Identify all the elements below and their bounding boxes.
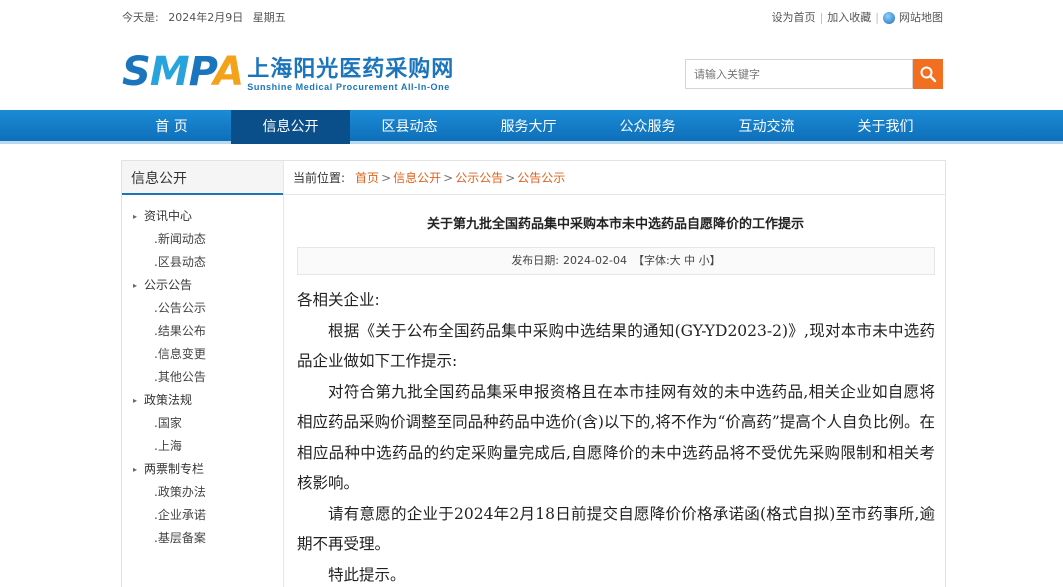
logo-letter: P bbox=[188, 49, 215, 95]
sidebar-category-label: 两票制专栏 bbox=[144, 462, 205, 476]
nav-item[interactable]: 信息公开 bbox=[231, 110, 350, 144]
breadcrumb-separator: > bbox=[381, 171, 392, 185]
article-content: 当前位置: 首页 > 信息公开 > 公示公告 > 公告公示 关于第九批全国药品集中采购本市未中… bbox=[283, 161, 946, 587]
site-logo[interactable]: SMPA 上海阳光医药采购网 Sunshine Medical Procurem… bbox=[122, 52, 454, 92]
site-header: SMPA 上海阳光医药采购网 Sunshine Medical Procurem… bbox=[0, 32, 1063, 110]
sidebar-item[interactable]: .上海 bbox=[122, 435, 283, 458]
font-size-control[interactable]: 【字体:大 中 小】 bbox=[633, 254, 721, 267]
sidebar-list: ▸ 资讯中心 .新闻动态 .区县动态 ▸ 公示公告 .公告公示 .结果公布 .信息变更 .其他公告… bbox=[122, 195, 283, 550]
main-container: 信息公开 ▸ 资讯中心 .新闻动态 .区县动态 ▸ 公示公告 .公告公示 .结果公布 .信息变更… bbox=[121, 160, 946, 587]
breadcrumb-label: 当前位置: bbox=[293, 171, 346, 185]
today-weekday: 星期五 bbox=[252, 11, 286, 24]
article-paragraph: 特此提示。 bbox=[328, 565, 406, 584]
breadcrumb-separator: > bbox=[443, 171, 454, 185]
article-salutation: 各相关企业: bbox=[297, 291, 380, 309]
article-paragraph: 对符合第九批全国药品集采申报资格且在本市挂网有效的未中选药品,相关企业如自愿将相… bbox=[297, 382, 935, 493]
main-nav-items: 首 页信息公开 区县动态 服务大厅 公众服务 互动交流 关于我们 bbox=[112, 110, 945, 144]
nav-item[interactable]: 首 页 bbox=[112, 110, 231, 144]
logo-chinese-name: 上海阳光医药采购网 bbox=[247, 56, 455, 82]
nav-item[interactable]: 区县动态 bbox=[350, 110, 469, 144]
search-input[interactable] bbox=[685, 59, 913, 89]
search-box bbox=[685, 59, 943, 89]
nav-item[interactable]: 互动交流 bbox=[707, 110, 826, 144]
top-links: 设为首页 | 加入收藏 | 网站地图 bbox=[772, 9, 943, 25]
article-meta: 发布日期: 2024-02-04 【字体:大 中 小】 bbox=[297, 247, 935, 275]
sidebar-category-label: 资讯中心 bbox=[144, 209, 193, 223]
sidebar-item[interactable]: .信息变更 bbox=[122, 343, 283, 366]
breadcrumb-separator: > bbox=[505, 171, 516, 185]
search-button[interactable] bbox=[913, 59, 943, 89]
logo-mark: SMPA bbox=[122, 49, 244, 95]
sidebar-category[interactable]: ▸ 政策法规 bbox=[122, 389, 283, 412]
sidebar-item[interactable]: .公告公示 bbox=[122, 297, 283, 320]
logo-letter: A bbox=[213, 49, 244, 95]
sidebar-category[interactable]: ▸ 资讯中心 bbox=[122, 205, 283, 228]
article-paragraph: 根据《关于公布全国药品集中采购中选结果的通知(GY-YD2023-2)》,现对本… bbox=[297, 321, 935, 371]
article-title: 关于第九批全国药品集中采购本市未中选药品自愿降价的工作提示 bbox=[426, 217, 804, 232]
main-nav: 首 页信息公开 区县动态 服务大厅 公众服务 互动交流 关于我们 bbox=[0, 110, 1063, 144]
globe-icon bbox=[883, 12, 895, 24]
sidebar-item[interactable]: .企业承诺 bbox=[122, 504, 283, 527]
top-bar: 今天是: 2024年2月9日 星期五 设为首页 | 加入收藏 | 网站地图 bbox=[0, 0, 1063, 32]
logo-letter: S bbox=[122, 49, 151, 95]
nav-item[interactable]: 公众服务 bbox=[588, 110, 707, 144]
separator: | bbox=[875, 10, 879, 24]
separator: | bbox=[819, 10, 824, 24]
sidebar-item[interactable]: .政策办法 bbox=[122, 481, 283, 504]
nav-item[interactable]: 服务大厅 bbox=[469, 110, 588, 144]
breadcrumb-link[interactable]: 首页 bbox=[355, 171, 379, 185]
today-date-value: 2024年2月9日 bbox=[168, 11, 244, 24]
sidebar-category[interactable]: ▸ 两票制专栏 bbox=[122, 458, 283, 481]
today-label: 今天是: bbox=[122, 11, 159, 24]
breadcrumb-link[interactable]: 公示公告 bbox=[455, 171, 503, 185]
logo-text: 上海阳光医药采购网 Sunshine Medical Procurement A… bbox=[247, 56, 454, 92]
sidebar-item[interactable]: .其他公告 bbox=[122, 366, 283, 389]
nav-item[interactable]: 关于我们 bbox=[826, 110, 945, 144]
publish-date: 2024-02-04 bbox=[563, 254, 627, 267]
sidebar-item[interactable]: .国家 bbox=[122, 412, 283, 435]
sitemap-link[interactable]: 网站地图 bbox=[899, 9, 943, 25]
today-date: 今天是: 2024年2月9日 星期五 bbox=[122, 9, 292, 25]
add-favorite-link[interactable]: 加入收藏 bbox=[827, 9, 871, 25]
sidebar: 信息公开 ▸ 资讯中心 .新闻动态 .区县动态 ▸ 公示公告 .公告公示 .结果公布 .信息变更… bbox=[122, 161, 283, 587]
arrow-right-icon: ▸ bbox=[133, 465, 138, 474]
sidebar-category[interactable]: ▸ 公示公告 bbox=[122, 274, 283, 297]
sidebar-item[interactable]: .新闻动态 bbox=[122, 228, 283, 251]
set-home-link[interactable]: 设为首页 bbox=[772, 9, 816, 25]
article-paragraph: 请有意愿的企业于2024年2月18日前提交自愿降价价格承诺函(格式自拟)至市药事… bbox=[297, 504, 935, 554]
sidebar-category-label: 公示公告 bbox=[144, 278, 193, 292]
article-body: 各相关企业: 根据《关于公布全国药品集中采购中选结果的通知(GY-YD2023-… bbox=[297, 285, 935, 587]
logo-english-name: Sunshine Medical Procurement All-In-One bbox=[247, 82, 450, 92]
arrow-right-icon: ▸ bbox=[133, 212, 138, 221]
arrow-right-icon: ▸ bbox=[133, 396, 138, 405]
breadcrumb-link[interactable]: 公告公示 bbox=[517, 171, 565, 185]
breadcrumb: 当前位置: 首页 > 信息公开 > 公示公告 > 公告公示 bbox=[284, 161, 946, 195]
sidebar-item[interactable]: .区县动态 bbox=[122, 251, 283, 274]
logo-letter: M bbox=[149, 49, 190, 95]
sidebar-item[interactable]: .基层备案 bbox=[122, 527, 283, 550]
sidebar-item[interactable]: .结果公布 bbox=[122, 320, 283, 343]
search-icon bbox=[920, 66, 937, 83]
breadcrumb-link[interactable]: 信息公开 bbox=[393, 171, 441, 185]
sidebar-category-label: 政策法规 bbox=[144, 393, 193, 407]
publish-date-label: 发布日期: bbox=[511, 254, 560, 267]
sidebar-title: 信息公开 bbox=[122, 161, 283, 195]
arrow-right-icon: ▸ bbox=[133, 281, 138, 290]
